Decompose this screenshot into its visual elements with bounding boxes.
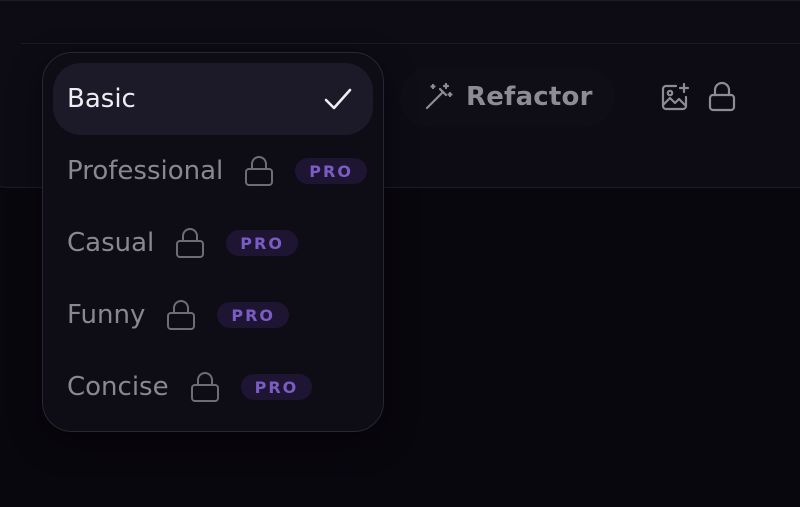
option-label: Funny [67,300,146,330]
pro-badge: PRO [226,230,298,256]
tone-option-concise[interactable]: Concise PRO [53,351,373,423]
tone-dropdown-menu: Basic Professional PRO Casual PRO Funny [42,52,384,432]
lock-icon [245,156,274,186]
lock-icon [190,372,219,402]
tone-option-funny[interactable]: Funny PRO [53,279,373,351]
pro-badge: PRO [295,158,367,184]
refactor-button[interactable]: Refactor [400,67,615,127]
divider [21,43,800,44]
option-label: Casual [67,228,155,258]
tone-option-casual[interactable]: Casual PRO [53,207,373,279]
option-label: Concise [67,372,169,402]
image-plus-icon [661,82,689,111]
app-stage: Refactor Basic Professional PRO Casual P… [0,0,800,507]
option-label: Basic [67,84,136,114]
magic-wand-icon [425,82,453,110]
refactor-label: Refactor [466,82,593,112]
lock-icon [708,81,735,112]
lock-icon [176,228,205,258]
tone-option-professional[interactable]: Professional PRO [53,135,373,207]
checkmark-icon [324,88,352,110]
toolbar-row: Refactor [400,66,737,128]
image-generate-button[interactable] [659,81,737,113]
pro-badge: PRO [240,374,313,400]
option-label: Professional [67,156,224,186]
lock-icon [167,300,196,330]
pro-badge: PRO [217,302,290,328]
tone-option-basic[interactable]: Basic [53,63,373,135]
